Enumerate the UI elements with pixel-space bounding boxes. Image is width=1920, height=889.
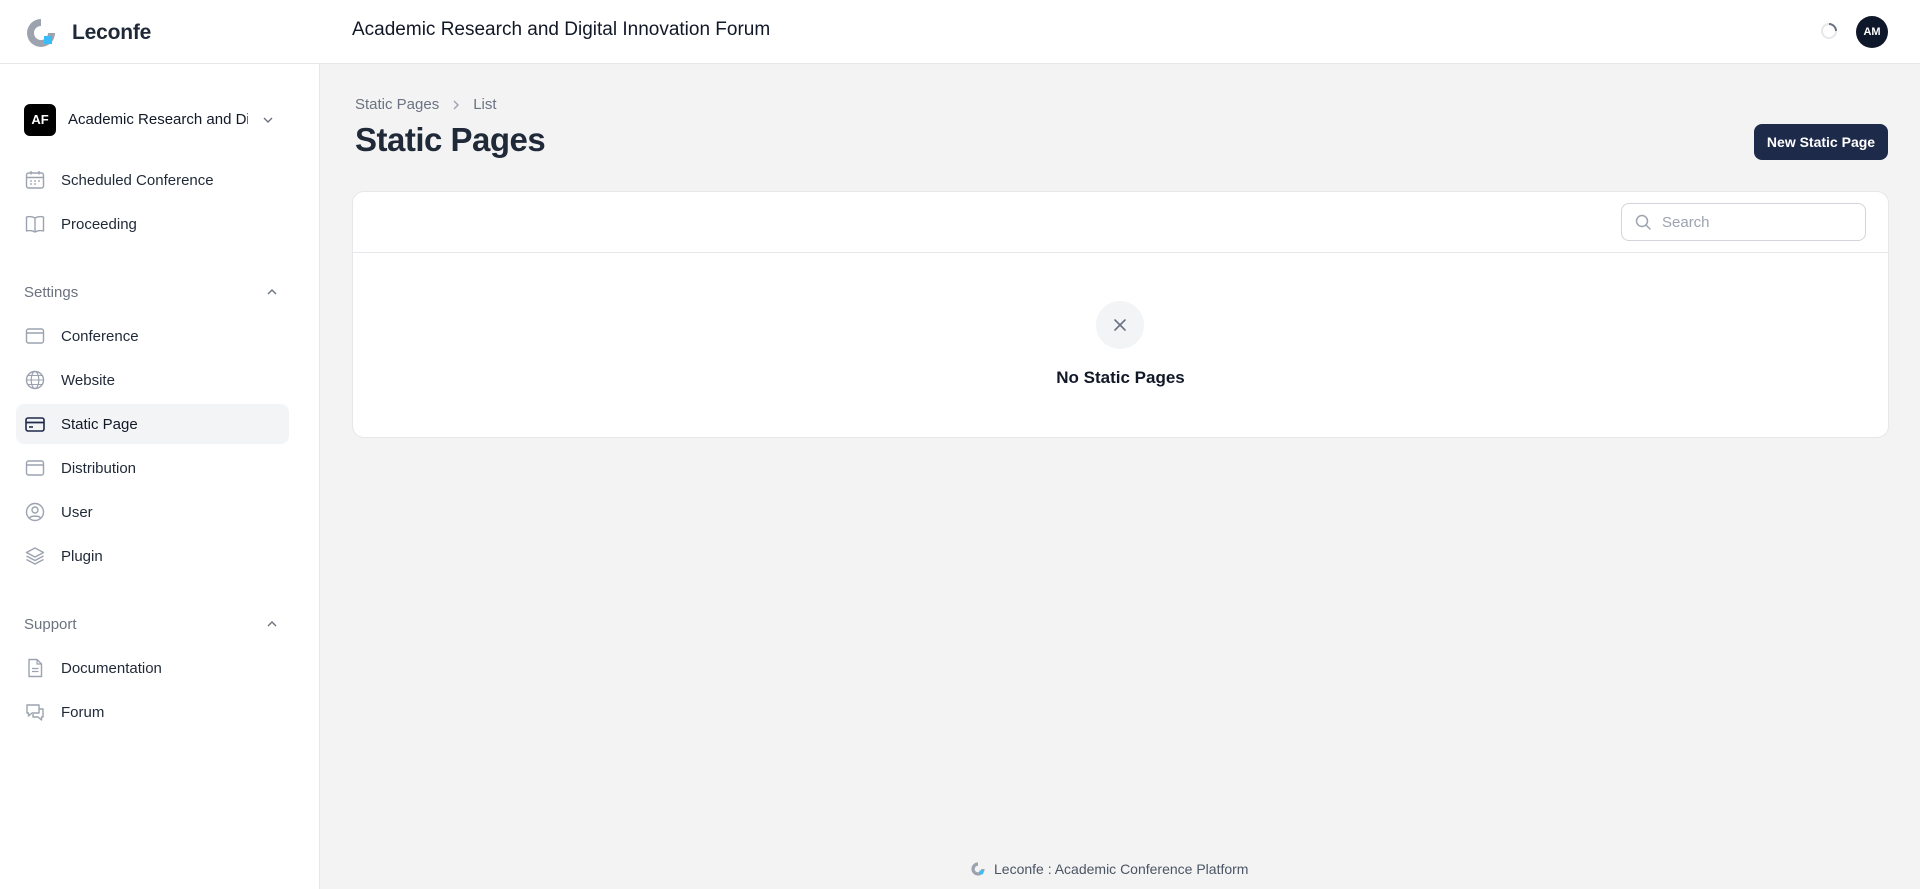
sidebar-item-website[interactable]: Website: [16, 360, 289, 400]
sidebar-item-conference[interactable]: Conference: [16, 316, 289, 356]
sidebar-item-static-page[interactable]: Static Page: [16, 404, 289, 444]
leconfe-logo-icon: [27, 19, 55, 47]
new-static-page-button[interactable]: New Static Page: [1754, 124, 1888, 160]
sidebar-item-label: Scheduled Conference: [61, 171, 214, 189]
conference-title: Academic Research and Digital Innovation…: [352, 19, 771, 40]
user-circle-icon: [25, 502, 45, 522]
brand[interactable]: Leconfe: [24, 16, 151, 50]
leconfe-logo-icon: [971, 862, 985, 876]
book-icon: [25, 215, 45, 233]
sidebar-item-scheduled-conference[interactable]: Scheduled Conference: [16, 160, 289, 200]
sidebar: AF Academic Research and Digital Innovat…: [0, 64, 320, 889]
sidebar-item-user[interactable]: User: [16, 492, 289, 532]
search-input[interactable]: [1662, 213, 1852, 231]
sidebar-item-proceeding[interactable]: Proceeding: [16, 204, 289, 244]
globe-icon: [25, 370, 45, 390]
sidebar-item-documentation[interactable]: Documentation: [16, 648, 289, 688]
table-toolbar: [353, 192, 1888, 253]
user-avatar[interactable]: AM: [1856, 16, 1888, 48]
credit-card-icon: [25, 417, 45, 432]
empty-state-icon: [1096, 301, 1144, 349]
chevron-right-icon: [453, 100, 460, 109]
calendar-icon: [25, 171, 45, 189]
settings-group-toggle[interactable]: Settings: [24, 282, 280, 302]
sidebar-item-forum[interactable]: Forum: [16, 692, 289, 732]
footer-text: Leconfe : Academic Conference Platform: [994, 861, 1249, 877]
sidebar-item-label: Documentation: [61, 659, 162, 677]
tenant-switcher[interactable]: AF Academic Research and Digital Innovat…: [24, 103, 280, 136]
sidebar-item-label: Forum: [61, 703, 105, 721]
breadcrumb-current: List: [473, 96, 497, 113]
sidebar-item-label: Website: [61, 371, 115, 389]
footer: Leconfe : Academic Conference Platform: [970, 861, 1248, 877]
sidebar-item-plugin[interactable]: Plugin: [16, 536, 289, 576]
empty-state-message: No Static Pages: [1056, 368, 1185, 387]
support-group-label: Support: [24, 615, 77, 633]
chevron-down-icon: [263, 117, 273, 123]
close-icon: [1114, 319, 1126, 331]
sidebar-item-label: Conference: [61, 327, 139, 345]
sidebar-item-label: Proceeding: [61, 215, 137, 233]
loading-spinner-icon: [1821, 23, 1837, 39]
breadcrumb-parent[interactable]: Static Pages: [355, 96, 439, 113]
top-bar: Leconfe Academic Research and Digital In…: [0, 0, 1920, 64]
static-pages-table: No Static Pages: [352, 191, 1889, 438]
breadcrumb: Static Pages List: [355, 96, 497, 113]
page-title: Static Pages: [355, 121, 546, 158]
search-field[interactable]: [1621, 203, 1866, 241]
sidebar-item-label: Distribution: [61, 459, 137, 477]
tenant-name: Academic Research and Digital Innovation…: [68, 111, 248, 128]
chevron-up-icon: [267, 289, 277, 295]
sidebar-item-distribution[interactable]: Distribution: [16, 448, 289, 488]
settings-group-label: Settings: [24, 283, 79, 301]
chevron-up-icon: [267, 621, 277, 627]
tenant-badge: AF: [24, 103, 56, 136]
sidebar-item-label: Plugin: [61, 547, 103, 565]
search-icon: [1635, 214, 1651, 230]
chat-icon: [26, 704, 44, 721]
support-group-toggle[interactable]: Support: [24, 614, 280, 634]
document-icon: [28, 658, 43, 678]
window-icon: [25, 328, 45, 344]
app-name: Leconfe: [72, 21, 152, 44]
window-icon: [25, 460, 45, 476]
sidebar-item-label: User: [61, 503, 93, 521]
layers-icon: [25, 547, 45, 565]
sidebar-item-label: Static Page: [61, 415, 138, 433]
